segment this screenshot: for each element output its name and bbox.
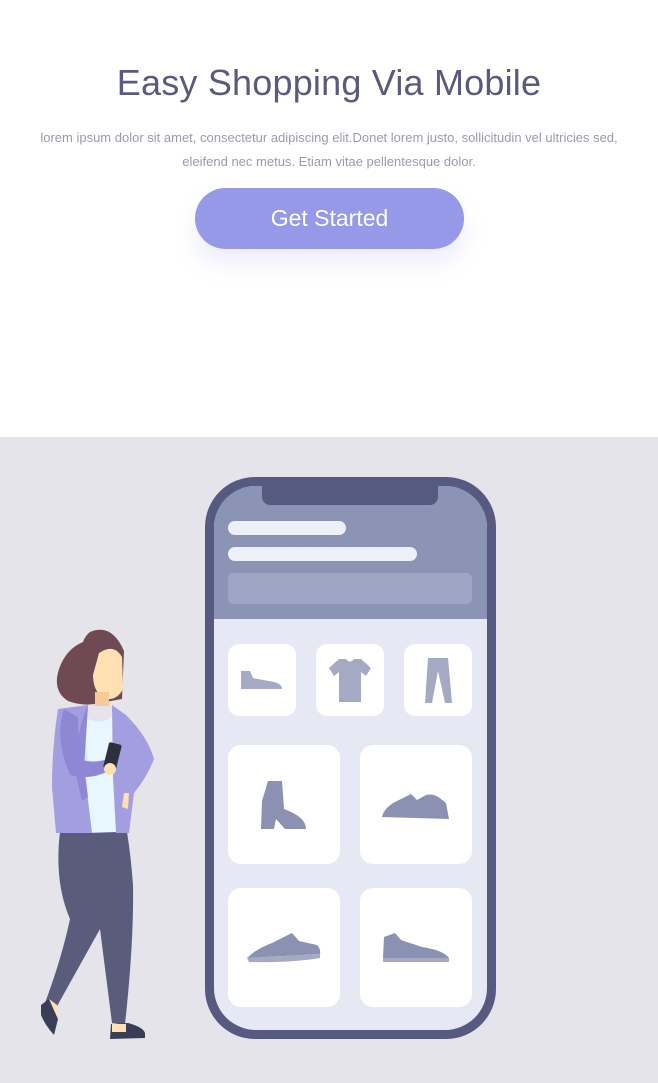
phone-search-box: [228, 573, 472, 604]
product-card: [360, 745, 472, 864]
woman-illustration: [41, 629, 154, 1039]
illustration-section: [0, 437, 658, 1083]
hero-section: Easy Shopping Via Mobile lorem ipsum dol…: [0, 0, 658, 437]
product-card: [316, 644, 384, 716]
phone-header-bar: [228, 547, 417, 561]
product-card: [360, 888, 472, 1007]
shopping-illustration: [41, 477, 496, 1039]
product-card: [228, 644, 296, 716]
get-started-button[interactable]: Get Started: [195, 188, 464, 249]
phone-header-bar: [228, 521, 346, 535]
hero-description: lorem ipsum dolor sit amet, consectetur …: [40, 130, 618, 169]
product-card: [228, 745, 340, 864]
product-card: [404, 644, 472, 716]
product-card: [228, 888, 340, 1007]
page-title: Easy Shopping Via Mobile: [116, 62, 542, 103]
